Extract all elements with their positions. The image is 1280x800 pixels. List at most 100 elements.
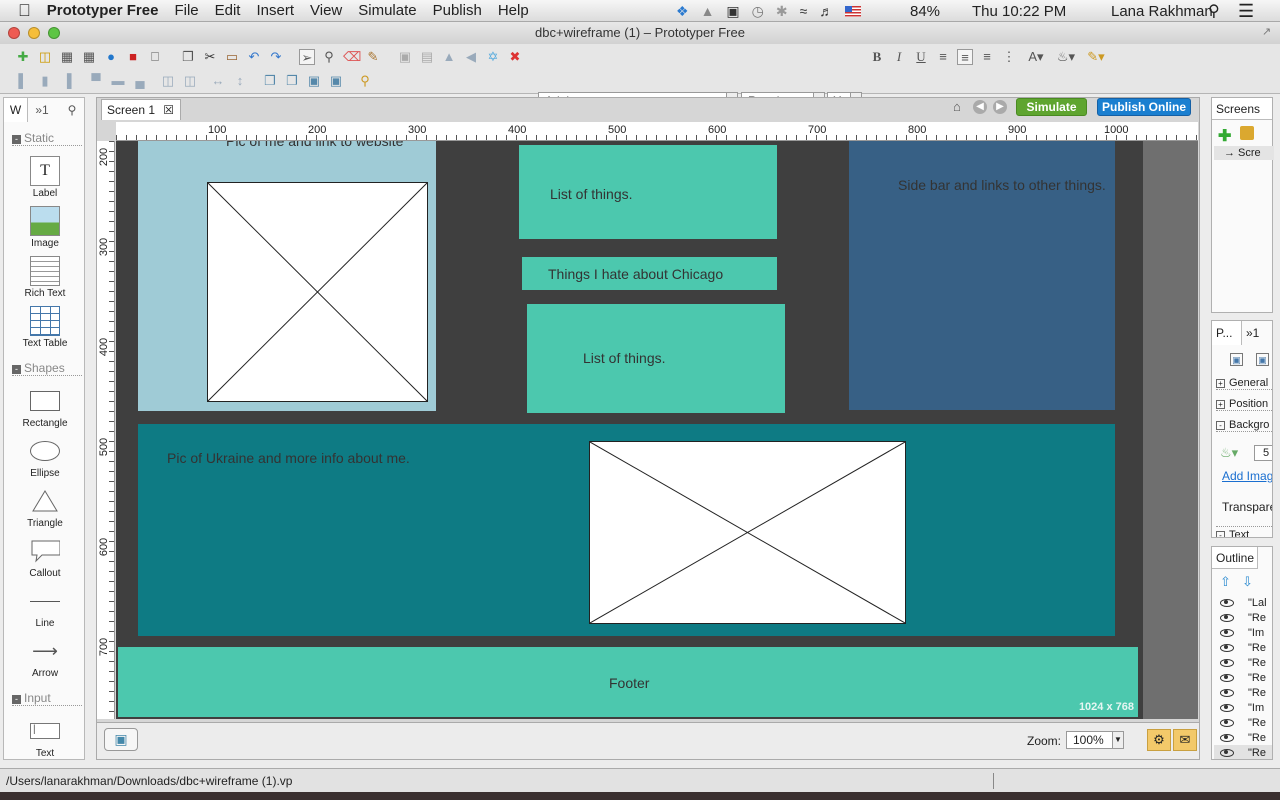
distribute-horizontal-icon[interactable]: ◫ [160, 73, 176, 89]
align-objects-center-icon[interactable]: ▮ [37, 73, 53, 89]
add-screen-icon[interactable]: ✚ [1218, 126, 1231, 146]
html-export-icon[interactable]: ⎕ [147, 49, 163, 65]
fill-bucket-icon[interactable]: ♨▾ [1220, 445, 1238, 461]
image-placeholder[interactable] [589, 441, 906, 624]
outline-item[interactable]: "Re [1214, 610, 1272, 625]
close-window-button[interactable] [8, 27, 20, 39]
outline-item[interactable]: "Re [1214, 640, 1272, 655]
add-image-link[interactable]: Add Imag [1222, 469, 1272, 483]
pdf-icon[interactable]: ■ [125, 49, 141, 65]
outline-item[interactable]: "Re [1214, 730, 1272, 745]
tool-triangle[interactable]: Triangle [4, 486, 86, 529]
folder-icon[interactable] [1240, 126, 1254, 140]
menu-publish[interactable]: Publish [425, 2, 490, 19]
list-icon[interactable]: ⋮ [1001, 49, 1017, 65]
battery-status[interactable]: 84% [910, 0, 940, 22]
copy-icon[interactable]: ❐ [180, 49, 196, 65]
tool-line[interactable]: Line [4, 586, 86, 629]
eye-icon[interactable] [1220, 673, 1234, 682]
tab-screen-1[interactable]: Screen 1 ☒ [101, 99, 181, 120]
align-right-icon[interactable]: ≡ [979, 49, 995, 65]
screens-title[interactable]: Screens [1212, 98, 1272, 120]
tool-ellipse[interactable]: Ellipse [4, 436, 86, 479]
eye-icon[interactable] [1220, 688, 1234, 697]
eye-icon[interactable] [1220, 658, 1234, 667]
center-icon[interactable]: ✡ [485, 49, 501, 65]
move-up-icon[interactable]: ⇧ [1220, 574, 1231, 590]
eye-icon[interactable] [1220, 703, 1234, 712]
ukraine-block[interactable]: Pic of Ukraine and more info about me. [138, 424, 1115, 636]
zoom-tool-icon[interactable]: ⚲ [321, 49, 337, 65]
cut-icon[interactable]: ✂ [202, 49, 218, 65]
menu-insert[interactable]: Insert [248, 2, 302, 19]
align-objects-right-icon[interactable]: ▐ [59, 73, 75, 89]
search-icon[interactable]: ⚲ [60, 98, 84, 122]
paste-icon[interactable]: ▭ [224, 49, 240, 65]
same-height-icon[interactable]: ↕ [232, 73, 248, 89]
eye-icon[interactable] [1220, 598, 1234, 607]
distribute-vertical-icon[interactable]: ◫ [182, 73, 198, 89]
flip-icon[interactable]: ▲ [441, 49, 457, 65]
properties-image-icon[interactable]: ▣ [1230, 353, 1243, 366]
zoom-select[interactable]: 100% ▼ [1066, 731, 1124, 749]
outline-title[interactable]: Outline [1212, 547, 1258, 569]
outline-item[interactable]: "Im [1214, 625, 1272, 640]
lock-icon[interactable]: ⚲ [357, 73, 373, 89]
home-icon[interactable]: ⌂ [953, 100, 967, 114]
back-icon[interactable]: ◀ [973, 100, 987, 114]
tool-rich-text[interactable]: Rich Text [4, 256, 86, 299]
align-objects-left-icon[interactable]: ▌ [15, 73, 31, 89]
prop-background[interactable]: - Backgro [1216, 419, 1272, 432]
image-placeholder[interactable] [207, 182, 428, 402]
forward-icon[interactable]: ▶ [993, 100, 1007, 114]
menu-edit[interactable]: Edit [207, 2, 249, 19]
screen-list-item[interactable]: → Scre [1214, 146, 1274, 160]
apple-icon[interactable]:  [0, 1, 39, 21]
bold-icon[interactable]: B [869, 49, 885, 65]
bring-front-icon[interactable]: ❐ [262, 73, 278, 89]
opacity-field[interactable]: 5 [1254, 445, 1272, 461]
eye-icon[interactable] [1220, 628, 1234, 637]
tab-properties[interactable]: P... [1212, 321, 1242, 345]
menu-simulate[interactable]: Simulate [350, 2, 424, 19]
delete-icon[interactable]: ✖ [507, 49, 523, 65]
bluetooth-icon[interactable]: ✱ [776, 3, 788, 20]
outline-item[interactable]: "Re [1214, 715, 1272, 730]
new-icon[interactable]: ✚ [15, 49, 31, 65]
align-objects-top-icon[interactable]: ▀ [88, 73, 104, 89]
dropbox-share-icon[interactable]: ● [103, 49, 119, 65]
open-icon[interactable]: ◫ [37, 49, 53, 65]
tool-arrow[interactable]: ⟶ Arrow [4, 636, 86, 680]
redo-icon[interactable]: ↷ [268, 49, 284, 65]
flip-horizontal-icon[interactable]: ◀ [463, 49, 479, 65]
outline-item[interactable]: "Re [1214, 655, 1272, 670]
eye-icon[interactable] [1220, 643, 1234, 652]
tool-callout[interactable]: Callout [4, 536, 86, 579]
bring-forward-icon[interactable]: ❐ [284, 73, 300, 89]
list-block[interactable]: List of things. [527, 304, 785, 413]
list-block[interactable]: List of things. [519, 145, 777, 239]
hate-header-block[interactable]: Things I hate about Chicago [522, 257, 777, 290]
send-backward-icon[interactable]: ▣ [306, 73, 322, 89]
eye-icon[interactable] [1220, 613, 1234, 622]
section-shapes[interactable]: - Shapes [12, 362, 82, 376]
tool-text-table[interactable]: Text Table [4, 306, 86, 349]
outline-item[interactable]: "Im [1214, 700, 1272, 715]
comment-icon[interactable]: ✉ [1173, 729, 1197, 751]
publish-online-button[interactable]: Publish Online [1097, 98, 1191, 116]
send-back-icon[interactable]: ▣ [328, 73, 344, 89]
zoom-window-button[interactable] [48, 27, 60, 39]
design-canvas[interactable]: Pic of me and link to website List of th… [116, 141, 1140, 719]
display-icon[interactable]: ▣ [726, 3, 739, 20]
save-icon[interactable]: ▦ [59, 49, 75, 65]
menu-help[interactable]: Help [490, 2, 537, 19]
clock[interactable]: Thu 10:22 PM [972, 0, 1066, 22]
spotlight-icon[interactable]: ⚲ [1208, 0, 1220, 22]
notification-center-icon[interactable]: ☰ [1238, 0, 1254, 22]
wifi-icon[interactable]: ≈ [800, 3, 808, 19]
italic-icon[interactable]: I [891, 49, 907, 65]
flag-icon[interactable] [845, 5, 862, 17]
fullscreen-icon[interactable]: ↗ [1262, 25, 1274, 38]
group-icon[interactable]: ▣ [397, 49, 413, 65]
section-static[interactable]: - Static [12, 132, 82, 146]
